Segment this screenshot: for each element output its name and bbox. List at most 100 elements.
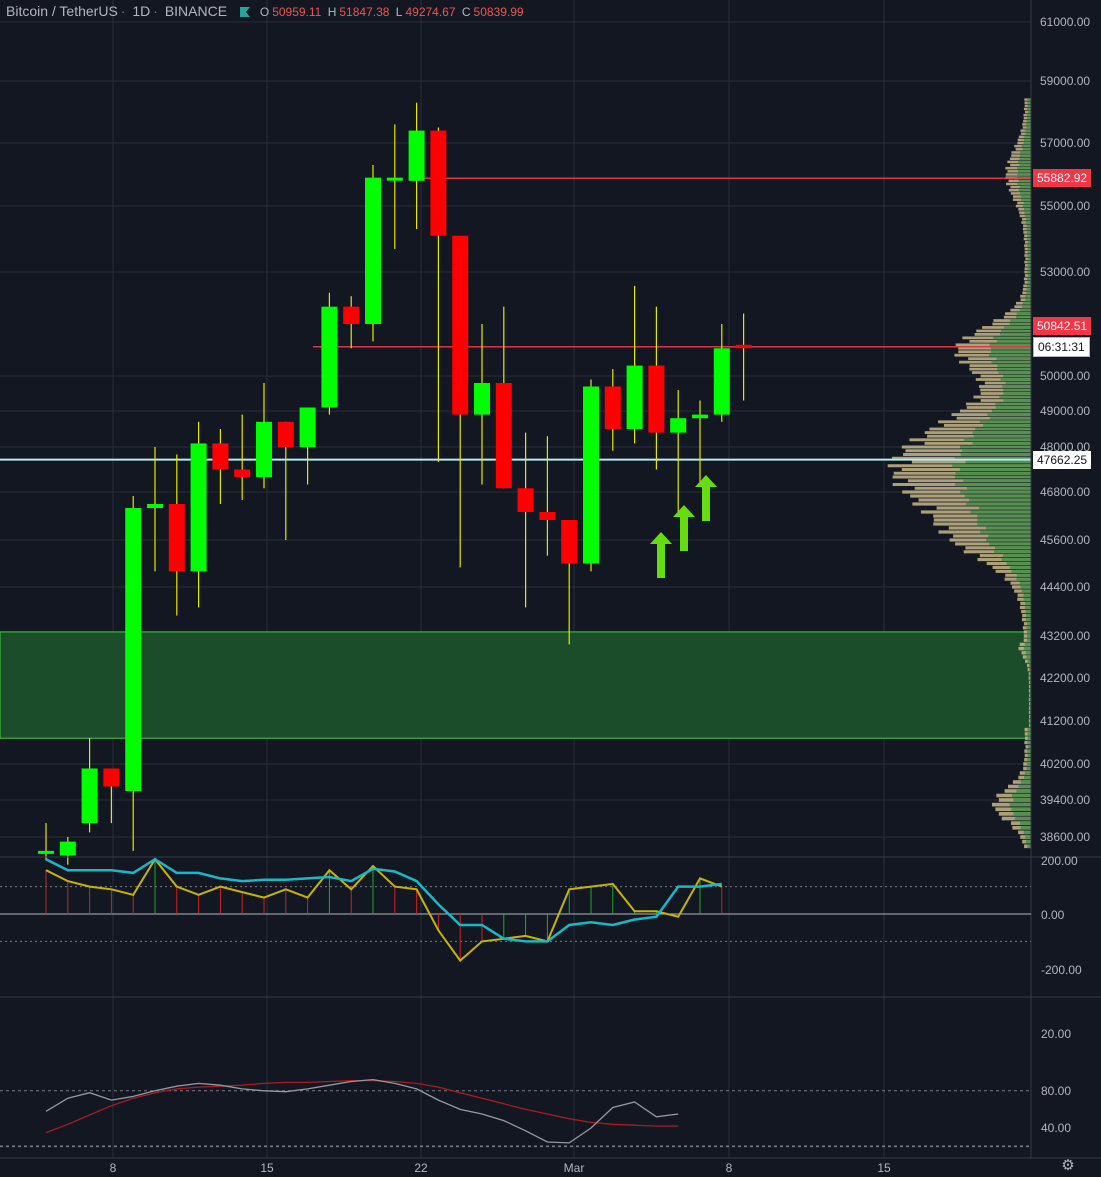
cci-tick-label: 200.00 <box>1041 854 1078 868</box>
volume-profile-bar-inner <box>1027 727 1031 732</box>
volume-profile-bar-inner <box>1026 116 1031 120</box>
volume-profile-bar-inner <box>1023 141 1031 145</box>
volume-profile-bar-inner <box>973 434 1031 438</box>
volume-profile-bar-inner <box>1026 613 1031 618</box>
volume-profile-bar-inner <box>959 445 1031 449</box>
volume-profile-bar-inner <box>1027 254 1031 257</box>
candle-body <box>583 386 599 564</box>
symbol-name[interactable]: Bitcoin / TetherUS <box>6 3 118 19</box>
volume-profile-bar-inner <box>1017 182 1031 186</box>
candle-body <box>168 504 185 572</box>
volume-profile-bar-inner <box>1004 326 1031 329</box>
volume-profile-bar-inner <box>1026 113 1031 117</box>
volume-profile-bar-inner <box>970 510 1031 514</box>
volume-profile-bar-inner <box>994 550 1031 554</box>
volume-profile-bar-inner <box>1025 294 1031 298</box>
volume-profile-bar-inner <box>1026 287 1031 291</box>
volume-profile-bar-inner <box>1027 630 1031 634</box>
candle-body <box>604 386 621 429</box>
volume-profile-bar-inner <box>963 479 1031 483</box>
candle-body <box>234 469 251 477</box>
candle-body <box>408 130 425 181</box>
volume-profile-bar-inner <box>1026 237 1031 241</box>
volume-profile-bar-inner <box>1003 399 1031 402</box>
volume-profile-bar-inner <box>1027 753 1031 758</box>
volume-profile-bar-inner <box>1024 642 1031 647</box>
ohlc-open: 50959.11 <box>272 5 322 19</box>
volume-profile-bar-inner <box>993 336 1031 340</box>
volume-profile-bar-inner <box>1026 126 1031 129</box>
volume-profile-bar-inner <box>1020 825 1031 830</box>
price-tick-label: 59000.00 <box>1040 74 1090 88</box>
volume-profile-bar-inner <box>1000 378 1031 381</box>
ohlc-open-key: O <box>259 5 270 19</box>
flag-icon[interactable] <box>239 7 250 17</box>
volume-profile-bar-inner <box>1024 135 1031 139</box>
candle-body <box>38 850 54 854</box>
volume-profile-bar-inner <box>1027 98 1031 101</box>
volume-profile-bar-inner <box>952 464 1031 468</box>
volume-profile-bar-inner <box>1023 830 1031 835</box>
volume-profile-bar-inner <box>1001 558 1031 562</box>
candle-body <box>277 421 294 447</box>
time-tick-label: 15 <box>877 1161 891 1175</box>
candle-body <box>103 768 120 787</box>
volume-profile-bar-inner <box>1027 260 1031 264</box>
candle-body <box>648 365 665 433</box>
volume-profile-bar-inner <box>990 416 1031 420</box>
volume-profile-bar-inner <box>1019 192 1031 195</box>
exchange-label: BINANCE <box>164 3 228 19</box>
volume-profile-bar-inner <box>1026 224 1031 228</box>
ohlc-low: 49274.67 <box>405 5 456 19</box>
volume-profile-bar-inner <box>1003 374 1031 378</box>
volume-profile-bar-inner <box>1021 144 1031 148</box>
settings-gear-icon[interactable]: ⚙ <box>1060 1158 1076 1174</box>
volume-profile-bar-inner <box>1019 581 1031 585</box>
volume-profile-bar-inner <box>991 360 1031 364</box>
background <box>0 0 1101 1177</box>
volume-profile-bar-inner <box>1026 227 1031 231</box>
candle-body <box>561 520 578 564</box>
volume-profile-bar-inner <box>1025 651 1031 655</box>
cci-tick-label: 0.00 <box>1041 908 1065 922</box>
time-tick-label: 22 <box>414 1161 428 1175</box>
volume-profile-bar-inner <box>1021 195 1031 198</box>
interval-label[interactable]: 1D <box>132 3 150 19</box>
volume-profile-bar-inner <box>1021 589 1031 593</box>
volume-profile-bar-inner <box>1013 798 1031 802</box>
price-tick-label: 43200.00 <box>1040 629 1090 643</box>
volume-profile-bar-inner <box>1024 605 1031 610</box>
ohlc-low-key: L <box>395 5 403 19</box>
volume-profile-bar-inner <box>1025 609 1031 614</box>
candle <box>365 165 381 342</box>
candle-body <box>713 348 730 415</box>
volume-profile-bar-inner <box>964 438 1031 442</box>
volume-profile-bar-inner <box>967 486 1031 490</box>
volume-profile-bar-inner <box>1010 319 1031 322</box>
volume-profile-bar-inner <box>1027 234 1031 238</box>
volume-profile-bar-inner <box>1027 244 1031 247</box>
volume-profile-bar-inner <box>1026 626 1031 630</box>
volume-profile-bar-inner <box>1023 201 1031 205</box>
stoch-tick-label: 20.00 <box>1041 1027 1071 1041</box>
price-tick-label: 39400.00 <box>1040 793 1090 807</box>
volume-profile-bar-inner <box>991 350 1031 354</box>
header-sep-2: · <box>153 3 158 19</box>
volume-profile-bar-inner <box>1027 740 1031 745</box>
candle-body <box>495 383 512 489</box>
volume-profile-bar-inner <box>1025 221 1031 224</box>
chart-header: Bitcoin / TetherUS · 1D · BINANCE O 50959.1… <box>6 3 530 19</box>
volume-profile-bar-inner <box>1016 789 1031 793</box>
candle-body <box>452 235 469 415</box>
volume-profile-bar-inner <box>989 343 1031 347</box>
candle-body <box>321 306 338 408</box>
candle <box>321 292 338 415</box>
chart-root[interactable]: 61000.00 59000.00 57000.00 55000.00 53000.00… <box>0 0 1101 1177</box>
volume-profile-bar-inner <box>1003 388 1031 392</box>
chart-svg[interactable]: 61000.00 59000.00 57000.00 55000.00 53000.00… <box>0 0 1101 1177</box>
volume-profile-bar-inner <box>1027 277 1031 281</box>
price-tick-label: 45600.00 <box>1040 533 1090 547</box>
volume-profile-bar-inner <box>1022 148 1031 151</box>
volume-profile-bar-inner <box>1026 231 1031 234</box>
volume-profile-bar-inner <box>1027 250 1031 254</box>
